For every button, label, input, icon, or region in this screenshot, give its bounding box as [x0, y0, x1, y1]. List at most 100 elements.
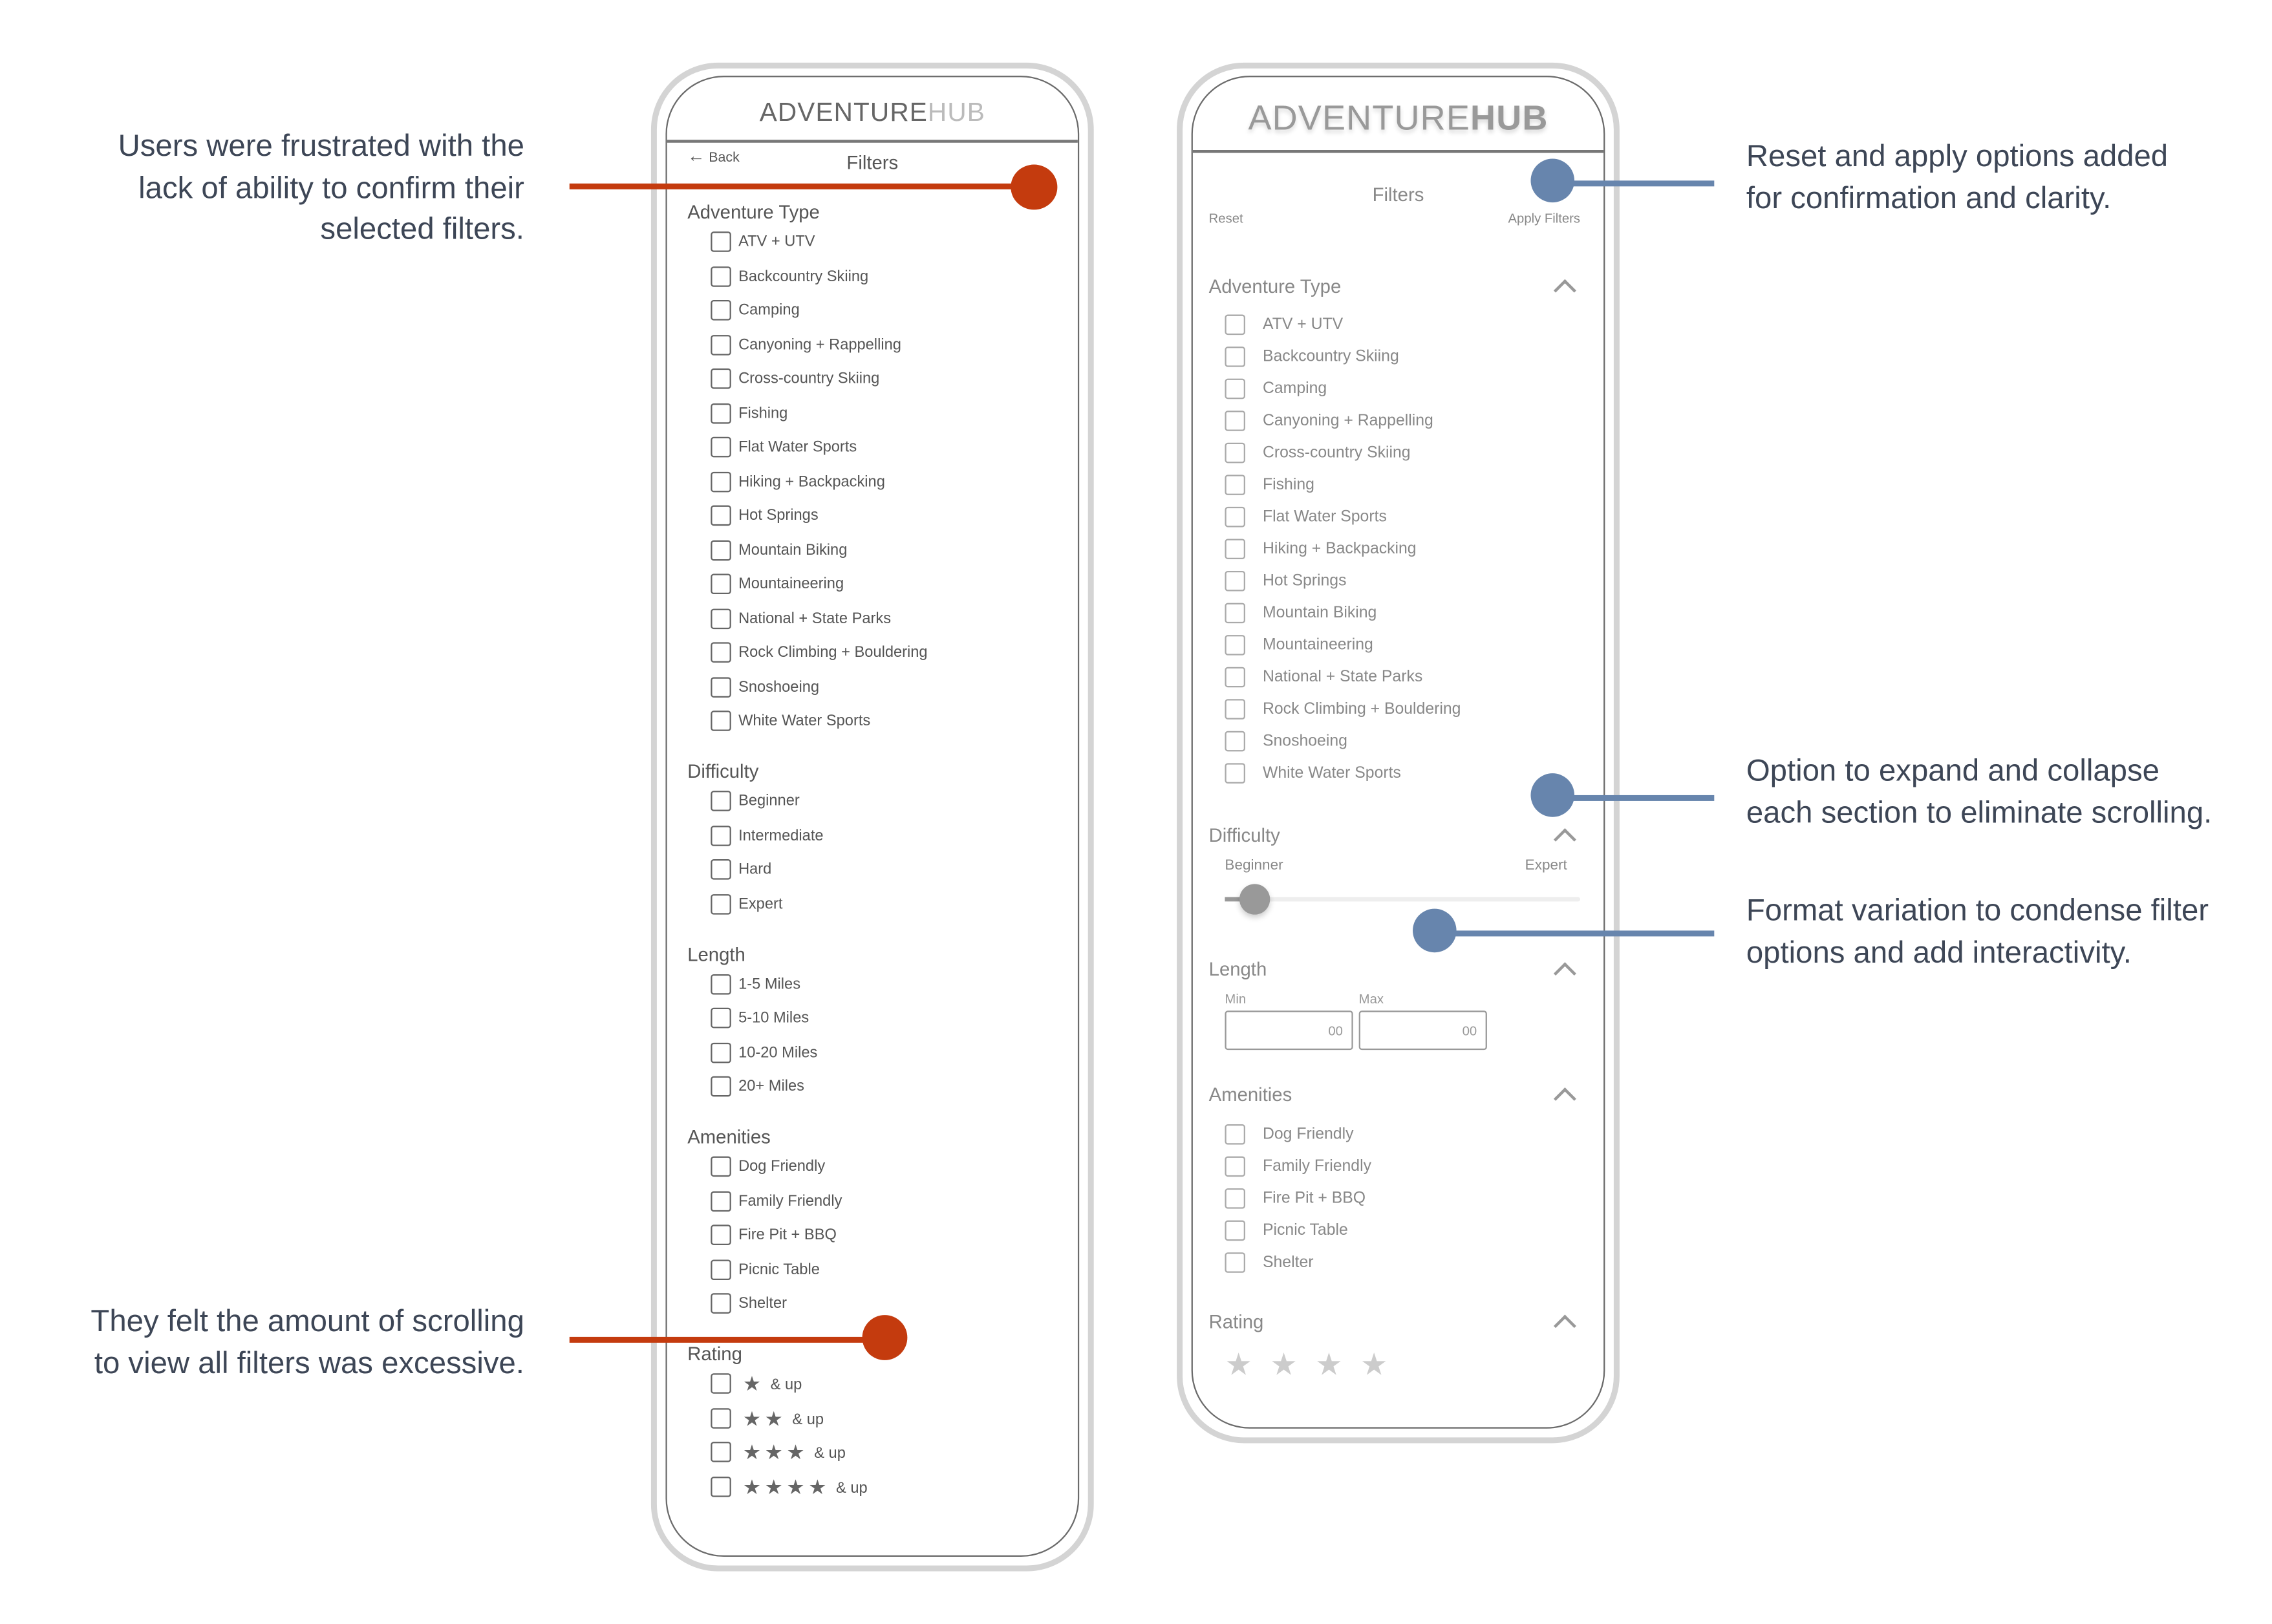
- checkbox[interactable]: [711, 1259, 731, 1279]
- checkbox[interactable]: [1225, 1156, 1245, 1177]
- checkbox[interactable]: [1225, 314, 1245, 336]
- checkbox[interactable]: [1225, 411, 1245, 431]
- checkbox[interactable]: [711, 402, 731, 423]
- checkbox[interactable]: [1225, 731, 1245, 752]
- rating-option[interactable]: ★ ★ ★ & up: [667, 1442, 1046, 1465]
- filter-option[interactable]: Flat Water Sports: [1193, 506, 1572, 530]
- filter-option[interactable]: Cross-country Skiing: [667, 368, 1046, 392]
- checkbox[interactable]: [711, 471, 731, 492]
- checkbox[interactable]: [711, 1224, 731, 1245]
- checkbox[interactable]: [711, 368, 731, 389]
- filter-option[interactable]: Flat Water Sports: [667, 436, 1046, 460]
- star-icon[interactable]: ★: [1360, 1350, 1388, 1380]
- filter-option[interactable]: Family Friendly: [667, 1190, 1046, 1214]
- filter-option[interactable]: Dog Friendly: [1193, 1124, 1572, 1148]
- checkbox[interactable]: [711, 1042, 731, 1063]
- filter-option[interactable]: Expert: [667, 893, 1046, 917]
- apply-filters-button[interactable]: Apply Filters: [1508, 211, 1581, 226]
- checkbox[interactable]: [1225, 475, 1245, 495]
- filter-option[interactable]: Backcountry Skiing: [1193, 347, 1572, 370]
- checkbox[interactable]: [711, 266, 731, 286]
- checkbox[interactable]: [711, 1156, 731, 1177]
- rating-option[interactable]: ★ & up: [667, 1373, 1046, 1396]
- filter-option[interactable]: Shelter: [1193, 1252, 1572, 1276]
- checkbox[interactable]: [1225, 347, 1245, 367]
- filter-option[interactable]: ATV + UTV: [1193, 314, 1572, 338]
- filter-option[interactable]: Intermediate: [667, 825, 1046, 848]
- checkbox[interactable]: [1225, 667, 1245, 688]
- checkbox[interactable]: [711, 791, 731, 811]
- checkbox[interactable]: [711, 608, 731, 628]
- filter-option[interactable]: National + State Parks: [667, 608, 1046, 631]
- filter-option[interactable]: Snoshoeing: [1193, 731, 1572, 754]
- checkbox[interactable]: [1225, 506, 1245, 528]
- filter-option[interactable]: Family Friendly: [1193, 1156, 1572, 1180]
- checkbox[interactable]: [1225, 442, 1245, 464]
- filter-option[interactable]: Shelter: [667, 1293, 1046, 1316]
- filter-option[interactable]: ATV + UTV: [667, 231, 1046, 255]
- checkbox[interactable]: [1225, 603, 1245, 624]
- filter-option[interactable]: Mountain Biking: [667, 539, 1046, 563]
- checkbox[interactable]: [1225, 1124, 1245, 1145]
- checkbox[interactable]: [711, 1373, 731, 1394]
- filter-option[interactable]: 10-20 Miles: [667, 1042, 1046, 1065]
- filter-option[interactable]: Camping: [667, 300, 1046, 323]
- checkbox[interactable]: [1225, 539, 1245, 559]
- rating-option[interactable]: ★ ★ & up: [667, 1407, 1046, 1431]
- filter-option[interactable]: 20+ Miles: [667, 1076, 1046, 1100]
- filter-option[interactable]: Hard: [667, 859, 1046, 882]
- checkbox[interactable]: [1225, 571, 1245, 592]
- checkbox[interactable]: [711, 539, 731, 561]
- checkbox[interactable]: [711, 334, 731, 355]
- filter-option[interactable]: Snoshoeing: [667, 676, 1046, 700]
- filter-option[interactable]: Canyoning + Rappelling: [1193, 411, 1572, 434]
- chevron-up-icon[interactable]: [1553, 1314, 1576, 1338]
- rating-option[interactable]: ★ ★ ★ ★ & up: [667, 1476, 1046, 1499]
- filter-option[interactable]: Cross-country Skiing: [1193, 442, 1572, 466]
- checkbox[interactable]: [711, 710, 731, 731]
- checkbox[interactable]: [711, 676, 731, 697]
- checkbox[interactable]: [711, 231, 731, 252]
- checkbox[interactable]: [1225, 1252, 1245, 1273]
- filter-option[interactable]: 5-10 Miles: [667, 1007, 1046, 1031]
- filter-option[interactable]: Fire Pit + BBQ: [667, 1224, 1046, 1248]
- filter-option[interactable]: National + State Parks: [1193, 667, 1572, 690]
- checkbox[interactable]: [711, 1407, 731, 1428]
- filter-option[interactable]: Hiking + Backpacking: [667, 471, 1046, 495]
- filter-option[interactable]: White Water Sports: [667, 710, 1046, 734]
- filter-option[interactable]: Mountaineering: [1193, 635, 1572, 658]
- checkbox[interactable]: [711, 859, 731, 880]
- filter-option[interactable]: Hot Springs: [1193, 571, 1572, 594]
- star-icon[interactable]: ★: [1225, 1350, 1252, 1380]
- checkbox[interactable]: [1225, 1188, 1245, 1209]
- filter-option[interactable]: Rock Climbing + Bouldering: [667, 642, 1046, 665]
- filter-option[interactable]: Mountaineering: [667, 573, 1046, 597]
- star-icon[interactable]: ★: [1270, 1350, 1297, 1380]
- filter-option[interactable]: Mountain Biking: [1193, 603, 1572, 626]
- checkbox[interactable]: [711, 1476, 731, 1497]
- checkbox[interactable]: [711, 825, 731, 846]
- filter-option[interactable]: Fire Pit + BBQ: [1193, 1188, 1572, 1212]
- filter-option[interactable]: Picnic Table: [667, 1259, 1046, 1282]
- checkbox[interactable]: [711, 893, 731, 914]
- checkbox[interactable]: [711, 1442, 731, 1462]
- filter-option[interactable]: Beginner: [667, 791, 1046, 814]
- checkbox[interactable]: [1225, 1220, 1245, 1241]
- chevron-up-icon[interactable]: [1553, 828, 1576, 851]
- checkbox[interactable]: [711, 1190, 731, 1212]
- checkbox[interactable]: [711, 973, 731, 994]
- difficulty-slider-track[interactable]: [1225, 884, 1581, 915]
- checkbox[interactable]: [711, 642, 731, 663]
- checkbox[interactable]: [1225, 635, 1245, 656]
- filter-option[interactable]: White Water Sports: [1193, 763, 1572, 786]
- filter-option[interactable]: Fishing: [667, 402, 1046, 426]
- length-max-input[interactable]: 00: [1358, 1010, 1487, 1051]
- chevron-up-icon[interactable]: [1553, 1087, 1576, 1111]
- chevron-up-icon[interactable]: [1553, 962, 1576, 985]
- filter-option[interactable]: Hiking + Backpacking: [1193, 539, 1572, 562]
- filter-option[interactable]: Camping: [1193, 378, 1572, 402]
- checkbox[interactable]: [711, 1293, 731, 1314]
- checkbox[interactable]: [711, 1007, 731, 1029]
- filter-option[interactable]: Rock Climbing + Bouldering: [1193, 699, 1572, 722]
- checkbox[interactable]: [711, 573, 731, 595]
